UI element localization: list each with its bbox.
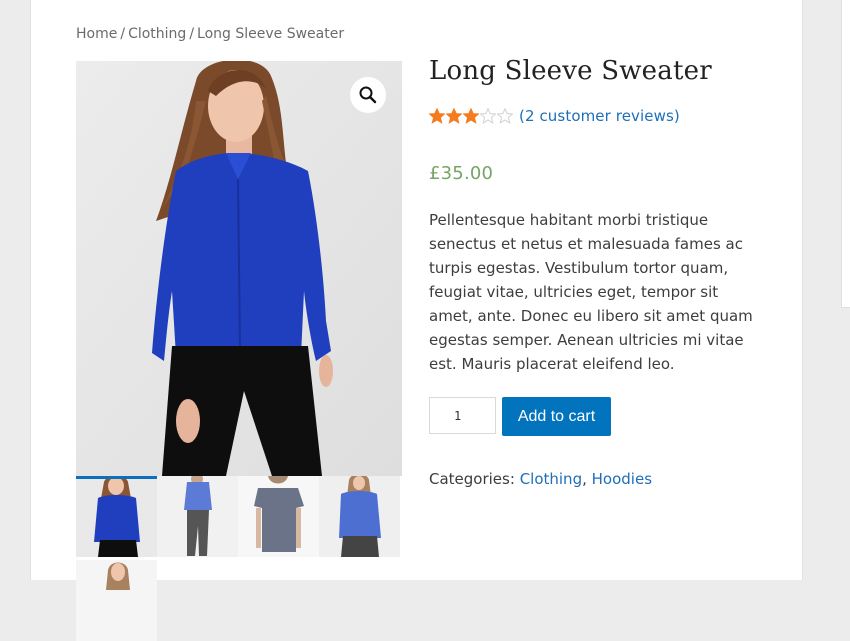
thumbnail-3[interactable] — [238, 476, 319, 557]
thumbnail-image — [76, 560, 157, 641]
thumbnail-5[interactable] — [76, 560, 157, 641]
star-filled-icon — [463, 108, 479, 124]
thumbnail-image — [319, 476, 400, 557]
star-filled-icon — [446, 108, 462, 124]
reviews-link[interactable]: (2 customer reviews) — [519, 107, 680, 125]
add-to-cart-button[interactable]: Add to cart — [502, 397, 611, 436]
breadcrumb-current: Long Sleeve Sweater — [197, 26, 345, 42]
star-empty-icon — [497, 108, 513, 124]
thumbnail-4[interactable] — [319, 476, 400, 557]
breadcrumb-home[interactable]: Home — [76, 26, 117, 42]
star-rating: (2 customer reviews) — [429, 107, 680, 125]
product-photo — [76, 61, 402, 476]
star-filled-icon — [429, 108, 445, 124]
quantity-input[interactable] — [429, 397, 496, 434]
breadcrumb-separator: / — [189, 26, 195, 42]
magnifier-icon — [359, 86, 377, 104]
categories-label: Categories: — [429, 470, 515, 488]
thumbnail-image — [238, 476, 319, 557]
breadcrumb-separator: / — [120, 26, 126, 42]
stars — [429, 108, 513, 124]
thumbnail-image — [76, 476, 157, 557]
product-categories: Categories: Clothing, Hoodies — [429, 470, 652, 488]
zoom-button[interactable] — [350, 77, 386, 113]
product-title: Long Sleeve Sweater — [429, 56, 712, 86]
thumbnail-1[interactable] — [76, 476, 157, 557]
breadcrumb: Home / Clothing / Long Sleeve Sweater — [76, 26, 344, 42]
thumbnail-image — [157, 476, 238, 557]
side-panel — [841, 0, 850, 308]
category-link-hoodies[interactable]: Hoodies — [592, 470, 652, 488]
product-description: Pellentesque habitant morbi tristique se… — [429, 211, 753, 373]
breadcrumb-clothing[interactable]: Clothing — [128, 26, 186, 42]
product-price: £35.00 — [429, 163, 494, 184]
thumbnail-2[interactable] — [157, 476, 238, 557]
star-empty-icon — [480, 108, 496, 124]
product-main-image[interactable] — [76, 61, 402, 476]
category-link-clothing[interactable]: Clothing — [520, 470, 582, 488]
category-separator: , — [582, 470, 592, 488]
